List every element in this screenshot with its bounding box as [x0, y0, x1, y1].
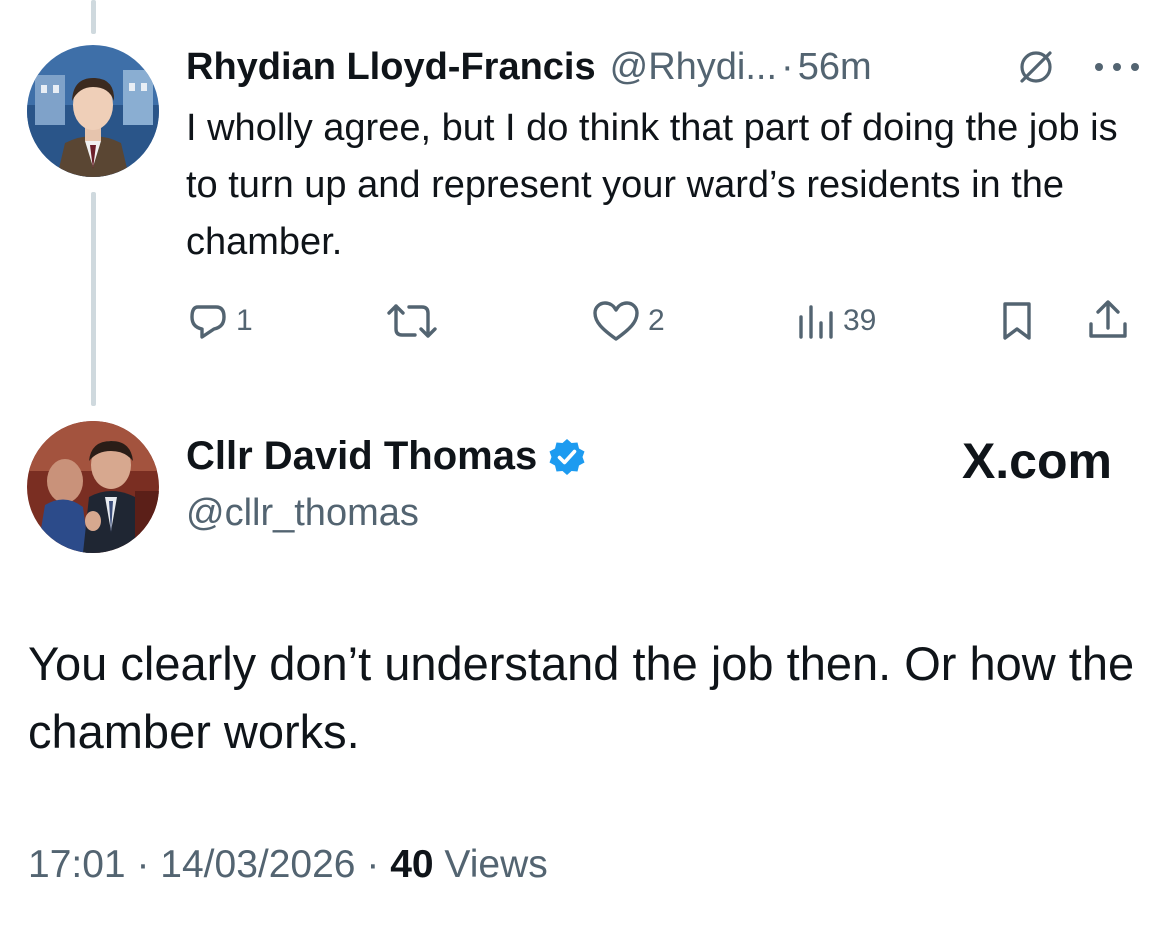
verified-badge-icon	[549, 438, 585, 475]
reply-avatar[interactable]	[27, 45, 159, 177]
tweet-time[interactable]: 17:01	[28, 843, 126, 886]
like-button[interactable]: 2	[592, 300, 665, 342]
views-label: Views	[444, 843, 548, 886]
reply-button[interactable]: 1	[188, 301, 253, 341]
reply-text: I wholly agree, but I do think that part…	[186, 107, 1118, 263]
main-tweet-text: You clearly don’t understand the job the…	[28, 637, 1135, 758]
bookmark-button[interactable]	[1000, 301, 1034, 341]
like-count: 2	[648, 304, 665, 337]
grok-button[interactable]	[1016, 47, 1056, 87]
reply-author-handle[interactable]: @Rhydi...	[610, 46, 777, 89]
reply-timestamp[interactable]: 56m	[798, 46, 872, 89]
tweet-date[interactable]: 14/03/2026	[160, 843, 355, 886]
grok-icon	[1020, 51, 1052, 83]
share-icon	[1089, 300, 1127, 338]
views-count: 39	[843, 304, 877, 337]
reply-header: Rhydian Lloyd-Francis @Rhydi... · 56m	[186, 42, 872, 92]
retweet-icon	[387, 304, 437, 338]
more-icon	[1095, 63, 1139, 71]
views-icon	[799, 305, 833, 339]
like-icon	[593, 301, 639, 341]
thread-line-top	[91, 0, 96, 34]
share-button[interactable]	[1086, 298, 1130, 342]
more-button[interactable]	[1094, 62, 1140, 72]
reply-count: 1	[236, 304, 253, 337]
separator-dot: ·	[136, 843, 150, 886]
main-header: Cllr David Thomas	[186, 434, 587, 479]
separator-dot: ·	[366, 843, 380, 886]
bookmark-icon	[1003, 302, 1031, 340]
main-author-name[interactable]: Cllr David Thomas	[186, 434, 537, 479]
tweet-meta: 17:01 · 14/03/2026 · 40 Views	[28, 843, 548, 887]
views-number: 40	[390, 843, 434, 886]
main-avatar[interactable]	[27, 421, 159, 553]
reply-author-name[interactable]: Rhydian Lloyd-Francis	[186, 46, 596, 89]
main-author-handle[interactable]: @cllr_thomas	[186, 492, 419, 535]
separator-dot: ·	[781, 45, 794, 88]
reply-icon	[190, 305, 226, 339]
views-button[interactable]: 39	[797, 303, 876, 339]
retweet-button[interactable]	[385, 303, 439, 339]
xcom-watermark: X.com	[961, 433, 1112, 489]
thread-line-bottom	[91, 192, 96, 406]
